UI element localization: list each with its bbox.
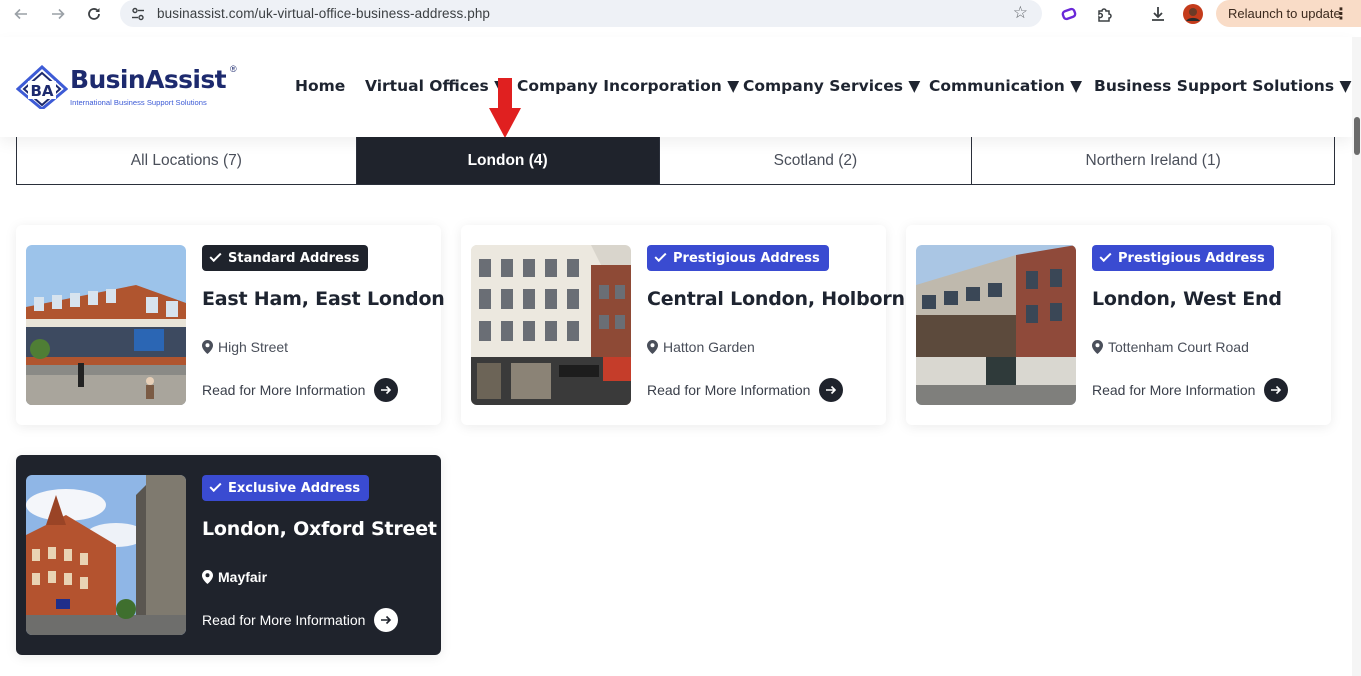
location-area: Hatton Garden bbox=[647, 339, 755, 355]
location-area: Tottenham Court Road bbox=[1092, 339, 1249, 355]
scrollbar-thumb[interactable] bbox=[1354, 117, 1360, 155]
location-title[interactable]: London, West End bbox=[1092, 288, 1282, 310]
site-settings-icon[interactable] bbox=[130, 6, 146, 22]
read-more-link[interactable]: Read for More Information bbox=[202, 378, 399, 402]
nav-virtual-offices[interactable]: Virtual Offices ▼ bbox=[365, 77, 506, 95]
logo-tagline: International Business Support Solutions bbox=[70, 98, 207, 107]
menu-dots-icon[interactable]: ⋮ bbox=[1333, 4, 1349, 24]
badge-label: Standard Address bbox=[228, 250, 360, 266]
read-more-link[interactable]: Read for More Information bbox=[202, 608, 399, 632]
area-label: Tottenham Court Road bbox=[1108, 339, 1249, 355]
location-title[interactable]: Central London, Holborn bbox=[647, 288, 905, 310]
tab-all-locations[interactable]: All Locations (7) bbox=[17, 137, 357, 184]
forward-icon[interactable] bbox=[47, 4, 69, 24]
reload-icon[interactable] bbox=[83, 4, 105, 24]
location-card[interactable]: Exclusive Address London, Oxford Street … bbox=[16, 455, 441, 655]
map-pin-icon bbox=[647, 340, 658, 354]
map-pin-icon bbox=[1092, 340, 1103, 354]
download-icon[interactable] bbox=[1147, 3, 1169, 25]
badge-label: Prestigious Address bbox=[673, 250, 820, 266]
read-more-label: Read for More Information bbox=[1092, 382, 1256, 398]
map-pin-icon bbox=[202, 570, 213, 584]
badge-label: Exclusive Address bbox=[228, 480, 361, 496]
nav-company-services[interactable]: Company Services ▼ bbox=[743, 77, 920, 95]
checkmark-icon bbox=[1099, 249, 1112, 263]
map-pin-icon bbox=[202, 340, 213, 354]
location-photo bbox=[471, 245, 631, 405]
nav-business-support-solutions[interactable]: Business Support Solutions ▼ bbox=[1094, 77, 1351, 95]
area-label: Hatton Garden bbox=[663, 339, 755, 355]
read-more-label: Read for More Information bbox=[202, 382, 366, 398]
read-more-label: Read for More Information bbox=[202, 612, 366, 628]
svg-text:BA: BA bbox=[30, 82, 53, 100]
puzzle-icon[interactable] bbox=[1094, 3, 1116, 25]
checkmark-icon bbox=[209, 479, 222, 493]
site-logo[interactable]: BA BusinAssist ® International Business … bbox=[16, 64, 246, 113]
location-photo bbox=[916, 245, 1076, 405]
back-icon[interactable] bbox=[10, 4, 32, 24]
address-bar[interactable]: businassist.com/uk-virtual-office-busine… bbox=[120, 0, 1042, 27]
checkmark-icon bbox=[209, 249, 222, 263]
bookmark-star-icon[interactable]: ☆ bbox=[1013, 3, 1028, 23]
location-card[interactable]: Prestigious Address Central London, Holb… bbox=[461, 225, 905, 425]
page-scrollbar[interactable] bbox=[1352, 37, 1361, 676]
address-type-badge: Prestigious Address bbox=[1092, 245, 1274, 271]
location-card[interactable]: Standard Address East Ham, East London H… bbox=[16, 225, 445, 425]
tab-northern-ireland[interactable]: Northern Ireland (1) bbox=[972, 137, 1334, 184]
address-type-badge: Standard Address bbox=[202, 245, 369, 271]
arrow-right-icon[interactable] bbox=[374, 608, 399, 632]
location-area: Mayfair bbox=[202, 569, 267, 585]
tab-london[interactable]: London (4) bbox=[356, 137, 660, 184]
nav-home[interactable]: Home bbox=[295, 77, 345, 95]
address-type-badge: Exclusive Address bbox=[202, 475, 370, 501]
extension-icon[interactable] bbox=[1058, 3, 1080, 25]
nav-company-incorporation[interactable]: Company Incorporation ▼ bbox=[517, 77, 739, 95]
arrow-right-icon[interactable] bbox=[819, 378, 844, 402]
logo-mark-icon: BA bbox=[16, 65, 68, 109]
checkmark-icon bbox=[654, 249, 667, 263]
arrow-right-icon[interactable] bbox=[1264, 378, 1289, 402]
address-type-badge: Prestigious Address bbox=[647, 245, 829, 271]
location-title[interactable]: East Ham, East London bbox=[202, 288, 445, 310]
tab-scotland[interactable]: Scotland (2) bbox=[660, 137, 973, 184]
location-photo bbox=[26, 475, 186, 635]
location-card[interactable]: Prestigious Address London, West End Tot… bbox=[906, 225, 1331, 425]
read-more-link[interactable]: Read for More Information bbox=[647, 378, 844, 402]
logo-brand-name: BusinAssist bbox=[70, 65, 227, 94]
area-label: Mayfair bbox=[218, 569, 268, 585]
read-more-link[interactable]: Read for More Information bbox=[1092, 378, 1289, 402]
relaunch-button[interactable]: Relaunch to update ⋮ bbox=[1216, 0, 1361, 27]
nav-communication[interactable]: Communication ▼ bbox=[929, 77, 1082, 95]
badge-label: Prestigious Address bbox=[1118, 250, 1265, 266]
logo-registered-mark: ® bbox=[230, 64, 237, 74]
location-title[interactable]: London, Oxford Street bbox=[202, 518, 437, 540]
annotation-arrow-icon bbox=[489, 78, 521, 138]
profile-avatar[interactable] bbox=[1182, 3, 1204, 25]
read-more-label: Read for More Information bbox=[647, 382, 811, 398]
location-photo bbox=[26, 245, 186, 405]
arrow-right-icon[interactable] bbox=[374, 378, 399, 402]
relaunch-label: Relaunch to update bbox=[1228, 6, 1341, 21]
site-header: BA BusinAssist ® International Business … bbox=[0, 37, 1352, 137]
browser-toolbar: businassist.com/uk-virtual-office-busine… bbox=[0, 0, 1361, 28]
location-area: High Street bbox=[202, 339, 288, 355]
area-label: High Street bbox=[218, 339, 289, 355]
location-filter-tabs: All Locations (7) London (4) Scotland (2… bbox=[16, 137, 1335, 185]
url-text: businassist.com/uk-virtual-office-busine… bbox=[157, 6, 491, 21]
